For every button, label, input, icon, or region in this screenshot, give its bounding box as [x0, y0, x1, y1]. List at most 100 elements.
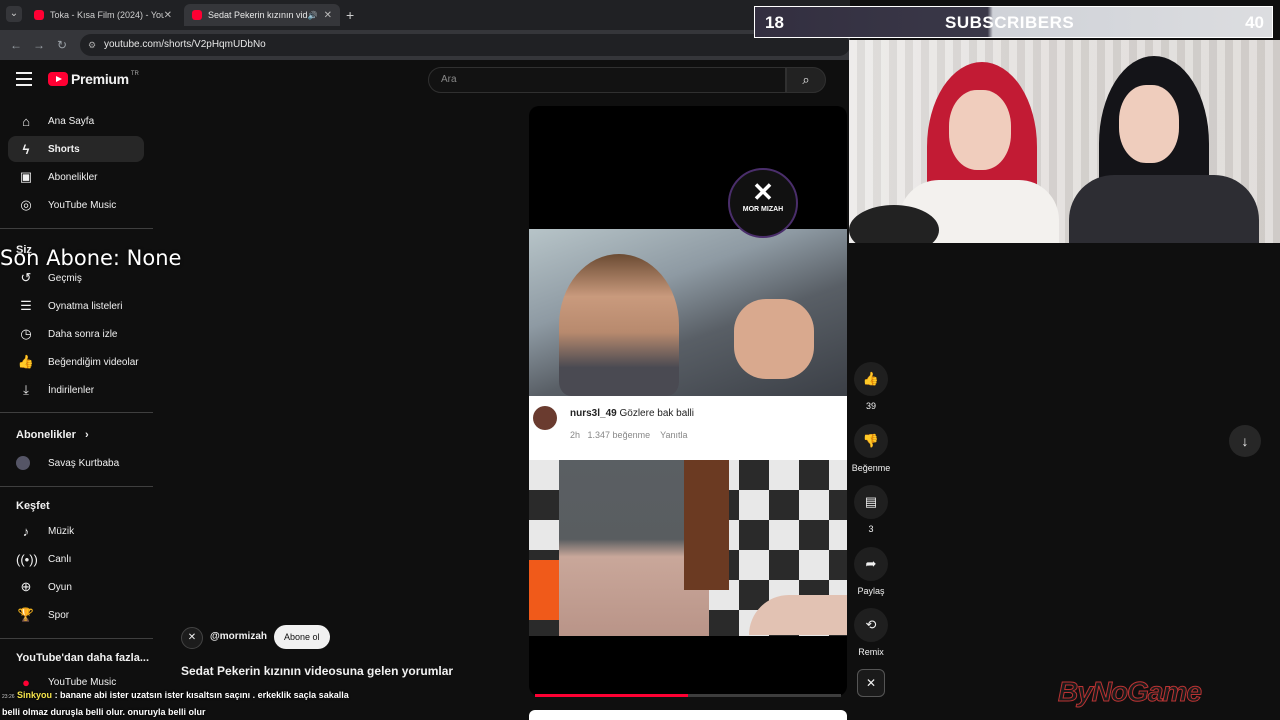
comment-user: nurs3l_49: [570, 408, 617, 419]
sidebar-item-label: Oynatma listeleri: [48, 300, 123, 312]
thumb-up-icon: 👍: [854, 362, 888, 396]
back-arrow-icon[interactable]: ←: [10, 38, 22, 52]
sidebar-item-label: Geçmiş: [48, 272, 82, 284]
chat-text-2: belli olmaz duruşla belli olur. onuruyla…: [2, 707, 206, 717]
sidebar-item-youtube-music[interactable]: ◎ YouTube Music: [8, 192, 144, 218]
share-button[interactable]: ➦ Paylaş: [850, 547, 892, 596]
subs-goal: 40: [1245, 13, 1264, 32]
sidebar-item-gaming[interactable]: ⊕ Oyun: [8, 574, 144, 600]
like-button[interactable]: 👍 39: [850, 362, 892, 411]
sidebar-item-playlists[interactable]: ☰ Oynatma listeleri: [8, 293, 144, 319]
browser-tab[interactable]: Toka - Kısa Film (2024) - YouTube ✕: [26, 4, 180, 26]
video-frame-bottom: [529, 460, 847, 636]
subs-label: SUBSCRIBERS: [945, 13, 1075, 32]
subs-current: 18: [765, 13, 784, 32]
sidebar-item-label: Shorts: [48, 143, 80, 155]
dislike-label: Beğenme: [851, 463, 891, 473]
trophy-icon: 🏆: [17, 607, 35, 622]
dislike-button[interactable]: 👎 Beğenme: [850, 424, 892, 473]
comment-reply: Yanıtla: [660, 430, 688, 440]
youtube-premium-logo[interactable]: Premium TR: [48, 71, 139, 87]
heading-label: Abonelikler: [16, 429, 76, 441]
watch-later-icon: ◷: [20, 326, 32, 341]
shorts-icon: ϟ: [22, 141, 30, 157]
youtube-favicon-icon: [192, 10, 202, 20]
url-field[interactable]: ⚙ youtube.com/shorts/V2pHqmUDbNo: [80, 34, 850, 56]
sidebar-item-home[interactable]: ⌂ Ana Sayfa: [8, 108, 144, 134]
forward-arrow-icon[interactable]: →: [33, 38, 45, 52]
subscribe-button[interactable]: Abone ol: [274, 625, 330, 649]
sidebar-item-watch-later[interactable]: ◷ Daha sonra izle: [8, 321, 144, 347]
audio-playing-icon[interactable]: 🔊: [308, 11, 318, 20]
search-input[interactable]: Ara: [428, 67, 786, 93]
remix-label: Remix: [858, 647, 884, 657]
embedded-comment-card: nurs3l_49 Gözlere bak balli 2h 1.347 beğ…: [529, 396, 847, 460]
tab-title: Sedat Pekerin kızının videos: [208, 10, 308, 20]
tab-title: Toka - Kısa Film (2024) - YouTube: [50, 10, 164, 20]
browser-tabstrip: ⌄ Toka - Kısa Film (2024) - YouTube ✕ Se…: [0, 0, 850, 30]
menu-icon[interactable]: [16, 72, 32, 86]
logo-country: TR: [130, 71, 139, 77]
comment-count: 3: [868, 524, 874, 534]
short-video-player[interactable]: nurs3l_49 Gözlere bak balli 2h 1.347 beğ…: [529, 106, 847, 696]
logo-text: Premium: [71, 71, 129, 87]
sidebar-item-label: Oyun: [48, 581, 72, 593]
home-icon: ⌂: [22, 113, 30, 129]
comment-icon: ▤: [854, 485, 888, 519]
reload-icon[interactable]: ↻: [57, 38, 67, 52]
streamer-2-face: [1119, 85, 1179, 163]
sidebar-item-music[interactable]: ♪ Müzik: [8, 518, 144, 544]
progress-fill: [535, 694, 688, 697]
video-frame-top: [529, 229, 847, 396]
sidebar-item-channel[interactable]: Savaş Kurtbaba: [8, 450, 144, 476]
next-short-card[interactable]: [529, 710, 847, 720]
avatar: [16, 456, 30, 470]
mor-mizah-logo: ✕ MOR MIZAH: [728, 168, 798, 238]
channel-avatar[interactable]: ✕: [181, 627, 203, 649]
music-disc-icon: ◎: [20, 197, 32, 212]
live-icon: ((•)): [16, 551, 38, 567]
sidebar-item-label: Abonelikler: [48, 171, 98, 183]
next-video-button[interactable]: ↓: [1229, 425, 1261, 457]
tab-search-button[interactable]: ⌄: [6, 6, 22, 22]
comment-meta: 2h 1.347 beğenme Yanıtla: [570, 430, 687, 440]
sidebar-item-label: Ana Sayfa: [48, 115, 95, 127]
sidebar-item-label: İndirilenler: [48, 384, 95, 396]
sidebar-item-label: Savaş Kurtbaba: [48, 457, 120, 469]
chevron-right-icon: ›: [84, 429, 89, 441]
sidebar-divider: [0, 486, 153, 487]
like-count: 39: [865, 401, 876, 411]
sidebar-heading-explore: Keşfet: [16, 500, 50, 512]
channel-name[interactable]: @mormizah: [210, 631, 267, 642]
close-tab-icon[interactable]: ✕: [164, 10, 172, 21]
sidebar-item-label: Spor: [48, 609, 70, 621]
arrow-down-icon: ↓: [1241, 433, 1249, 449]
chat-text-1: : banane abi ister uzatsın ister kısalts…: [54, 690, 349, 700]
sidebar-item-sports[interactable]: 🏆 Spor: [8, 602, 144, 628]
video-arm: [749, 595, 847, 635]
sound-channel-thumbnail[interactable]: ✕: [857, 669, 885, 697]
browser-tab-active[interactable]: Sedat Pekerin kızının videos 🔊 ✕: [184, 4, 340, 26]
history-icon: ↺: [20, 270, 32, 285]
sidebar-item-subscriptions[interactable]: ▣ Abonelikler: [8, 164, 144, 190]
sidebar-heading-subscriptions[interactable]: Abonelikler ›: [16, 429, 89, 441]
sidebar-item-downloads[interactable]: ⤓ İndirilenler: [8, 377, 144, 403]
search-button[interactable]: ⌕: [786, 67, 826, 93]
new-tab-button[interactable]: +: [346, 7, 354, 23]
sidebar-item-liked-videos[interactable]: 👍 Beğendiğim videolar: [8, 349, 144, 375]
video-progress-bar[interactable]: [535, 694, 841, 697]
sidebar-item-live[interactable]: ((•)) Canlı: [8, 546, 144, 572]
watermark-logo: ByNoGame: [1058, 676, 1203, 708]
chat-user: Sinkyou: [17, 690, 53, 700]
site-info-icon[interactable]: ⚙: [88, 34, 96, 56]
streamer-1-face: [949, 90, 1011, 170]
share-label: Paylaş: [857, 586, 885, 596]
youtube-favicon-icon: [34, 10, 44, 20]
sidebar-item-shorts[interactable]: ϟ Shorts: [8, 136, 144, 162]
close-tab-icon[interactable]: ✕: [324, 10, 332, 21]
comment-text: Gözlere bak balli: [619, 408, 694, 419]
webcam-feed: [849, 40, 1280, 243]
comments-button[interactable]: ▤ 3: [850, 485, 892, 534]
sidebar-item-label: Daha sonra izle: [48, 328, 118, 340]
remix-button[interactable]: ⟲ Remix: [850, 608, 892, 657]
